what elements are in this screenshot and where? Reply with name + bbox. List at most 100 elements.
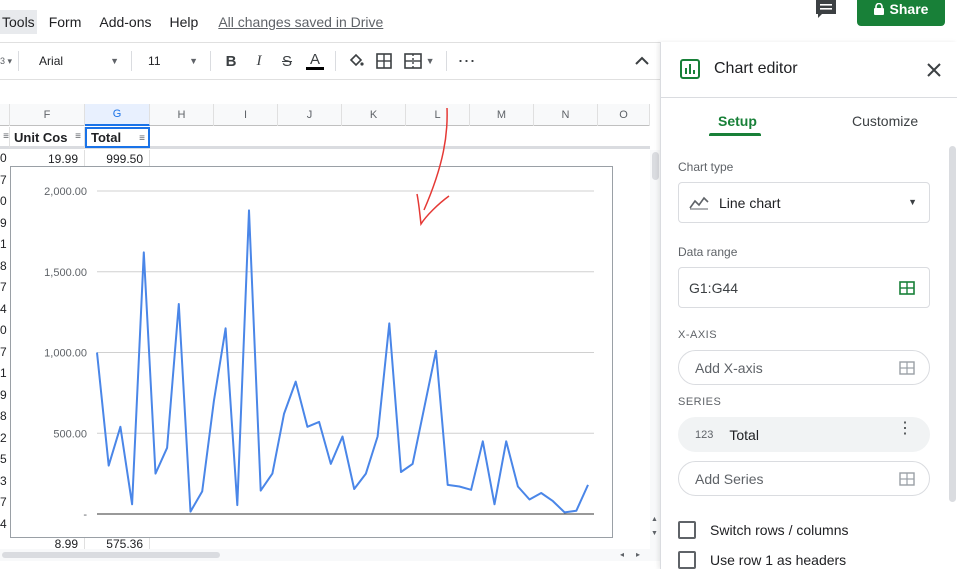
comment-icon[interactable] bbox=[814, 0, 838, 20]
tab-customize[interactable]: Customize bbox=[852, 113, 918, 129]
checkbox[interactable] bbox=[678, 551, 696, 569]
header-cell-total[interactable]: Total ≡ bbox=[85, 127, 150, 148]
column-header-i[interactable]: I bbox=[214, 104, 278, 126]
menu-addons[interactable]: Add-ons bbox=[99, 14, 151, 30]
row-number[interactable]: 4 bbox=[0, 301, 7, 318]
divider bbox=[446, 51, 448, 71]
chart-icon bbox=[680, 59, 700, 79]
text-color-icon: A bbox=[310, 50, 321, 68]
series-label: SERIES bbox=[678, 396, 722, 408]
fill-color-button[interactable] bbox=[342, 47, 370, 75]
chart-editor-tabs: Setup Customize bbox=[661, 99, 957, 141]
row-number[interactable]: 0 bbox=[0, 150, 7, 167]
scroll-thumb[interactable] bbox=[949, 146, 956, 502]
header-cell-unit-cost[interactable]: Unit Cos ≡ bbox=[10, 127, 85, 148]
select-range-icon[interactable] bbox=[899, 281, 915, 295]
chart-type-select[interactable]: Line chart ▼ bbox=[678, 182, 930, 223]
column-header-k[interactable]: K bbox=[342, 104, 406, 126]
column-header-g[interactable]: G bbox=[85, 104, 150, 126]
row-number[interactable]: 1 bbox=[0, 236, 7, 253]
row-number[interactable]: 7 bbox=[0, 172, 7, 189]
italic-button[interactable]: I bbox=[245, 47, 273, 75]
chevron-down-icon: ▼ bbox=[908, 197, 917, 207]
column-header-f[interactable]: F bbox=[10, 104, 85, 126]
row-number[interactable]: 0 bbox=[0, 322, 7, 339]
filter-icon: ≡ bbox=[3, 131, 9, 142]
collapse-toolbar-button[interactable] bbox=[628, 47, 656, 75]
select-range-icon bbox=[899, 361, 915, 375]
font-family-select[interactable]: Arial ▼ bbox=[25, 54, 125, 68]
cell-f-top[interactable]: 19.99 bbox=[10, 152, 78, 166]
scroll-thumb[interactable] bbox=[652, 152, 659, 180]
series-item-total[interactable]: 123 Total ⋮ bbox=[678, 417, 930, 452]
cell-g-top[interactable]: 999.50 bbox=[85, 152, 143, 166]
scroll-right-icon[interactable]: ▸ bbox=[636, 550, 640, 559]
row-number[interactable]: 0 bbox=[0, 193, 7, 210]
column-header-j[interactable]: J bbox=[278, 104, 342, 126]
column-headers: F G H I J K L M N O bbox=[0, 104, 650, 126]
add-series-button[interactable]: Add Series bbox=[678, 461, 930, 496]
column-header-n[interactable]: N bbox=[534, 104, 598, 126]
chevron-down-icon[interactable]: 3 ▾ bbox=[0, 56, 12, 67]
merge-cells-icon bbox=[403, 53, 422, 69]
bold-button[interactable]: B bbox=[217, 47, 245, 75]
text-color-button[interactable]: A bbox=[301, 47, 329, 75]
scroll-thumb[interactable] bbox=[2, 552, 220, 558]
filter-stub[interactable]: ≡ bbox=[0, 127, 10, 148]
line-chart[interactable]: 2,000.00 1,500.00 1,000.00 500.00 - bbox=[10, 166, 613, 538]
tab-setup[interactable]: Setup bbox=[718, 113, 757, 129]
row-number[interactable]: 7 bbox=[0, 279, 7, 296]
more-vert-icon[interactable]: ⋮ bbox=[897, 421, 913, 437]
borders-button[interactable] bbox=[370, 47, 398, 75]
use-row-headers-option[interactable]: Use row 1 as headers bbox=[678, 551, 846, 569]
data-range-input[interactable]: G1:G44 bbox=[678, 267, 930, 308]
row-number[interactable]: 9 bbox=[0, 215, 7, 232]
row-number[interactable]: 1 bbox=[0, 365, 7, 382]
menu-form[interactable]: Form bbox=[49, 14, 82, 30]
more-options-button[interactable]: ⋯ bbox=[453, 47, 481, 75]
chart-type-label: Chart type bbox=[678, 160, 734, 174]
header-cell-empty[interactable] bbox=[150, 127, 650, 148]
menu-help[interactable]: Help bbox=[170, 14, 199, 30]
merge-cells-button[interactable]: ▼ bbox=[398, 47, 440, 75]
borders-icon bbox=[376, 53, 392, 69]
filter-icon[interactable]: ≡ bbox=[139, 133, 145, 144]
editor-scrollbar[interactable] bbox=[947, 142, 957, 502]
add-x-axis-button[interactable]: Add X-axis bbox=[678, 350, 930, 385]
chart-editor-body: Chart type Line chart ▼ Data range G1:G4… bbox=[661, 142, 957, 569]
sheet-vertical-scrollbar[interactable]: ▲ ▼ bbox=[650, 150, 660, 550]
scroll-left-icon[interactable]: ◂ bbox=[620, 550, 624, 559]
row-number[interactable]: 2 bbox=[0, 430, 7, 447]
scroll-down-icon[interactable]: ▼ bbox=[651, 530, 658, 537]
row-number[interactable]: 9 bbox=[0, 387, 7, 404]
column-header-o[interactable]: O bbox=[598, 104, 650, 126]
chevron-down-icon: ▼ bbox=[110, 56, 120, 66]
row-number[interactable]: 7 bbox=[0, 344, 7, 361]
strikethrough-button[interactable]: S bbox=[273, 47, 301, 75]
chart-canvas: 2,000.00 1,500.00 1,000.00 500.00 - bbox=[44, 186, 594, 521]
checkbox[interactable] bbox=[678, 521, 696, 539]
row-number[interactable]: 7 bbox=[0, 494, 7, 511]
row-number[interactable]: 4 bbox=[0, 516, 7, 533]
switch-rows-columns-option[interactable]: Switch rows / columns bbox=[678, 521, 848, 539]
series-line-total[interactable] bbox=[96, 209, 589, 514]
color-swatch bbox=[306, 66, 325, 70]
sheets-window: Tools Form Add-ons Help All changes save… bbox=[0, 0, 957, 569]
filter-icon[interactable]: ≡ bbox=[75, 131, 81, 142]
scroll-up-icon[interactable]: ▲ bbox=[651, 516, 658, 523]
row-number[interactable]: 8 bbox=[0, 258, 7, 275]
save-status-link[interactable]: All changes saved in Drive bbox=[218, 14, 383, 30]
data-range-label: Data range bbox=[678, 245, 738, 259]
sheet-horizontal-scrollbar[interactable]: ◂ ▸ bbox=[0, 549, 660, 561]
share-label: Share bbox=[889, 1, 929, 17]
divider bbox=[131, 51, 133, 71]
row-number[interactable]: 8 bbox=[0, 408, 7, 425]
column-header-h[interactable]: H bbox=[150, 104, 214, 126]
share-button[interactable]: Share bbox=[857, 0, 945, 26]
column-header-m[interactable]: M bbox=[470, 104, 534, 126]
font-size-select[interactable]: 11 ▼ bbox=[138, 54, 204, 68]
row-number[interactable]: 3 bbox=[0, 473, 7, 490]
row-number[interactable]: 5 bbox=[0, 451, 7, 468]
close-icon[interactable] bbox=[927, 63, 941, 77]
menu-tools[interactable]: Tools bbox=[0, 10, 37, 34]
